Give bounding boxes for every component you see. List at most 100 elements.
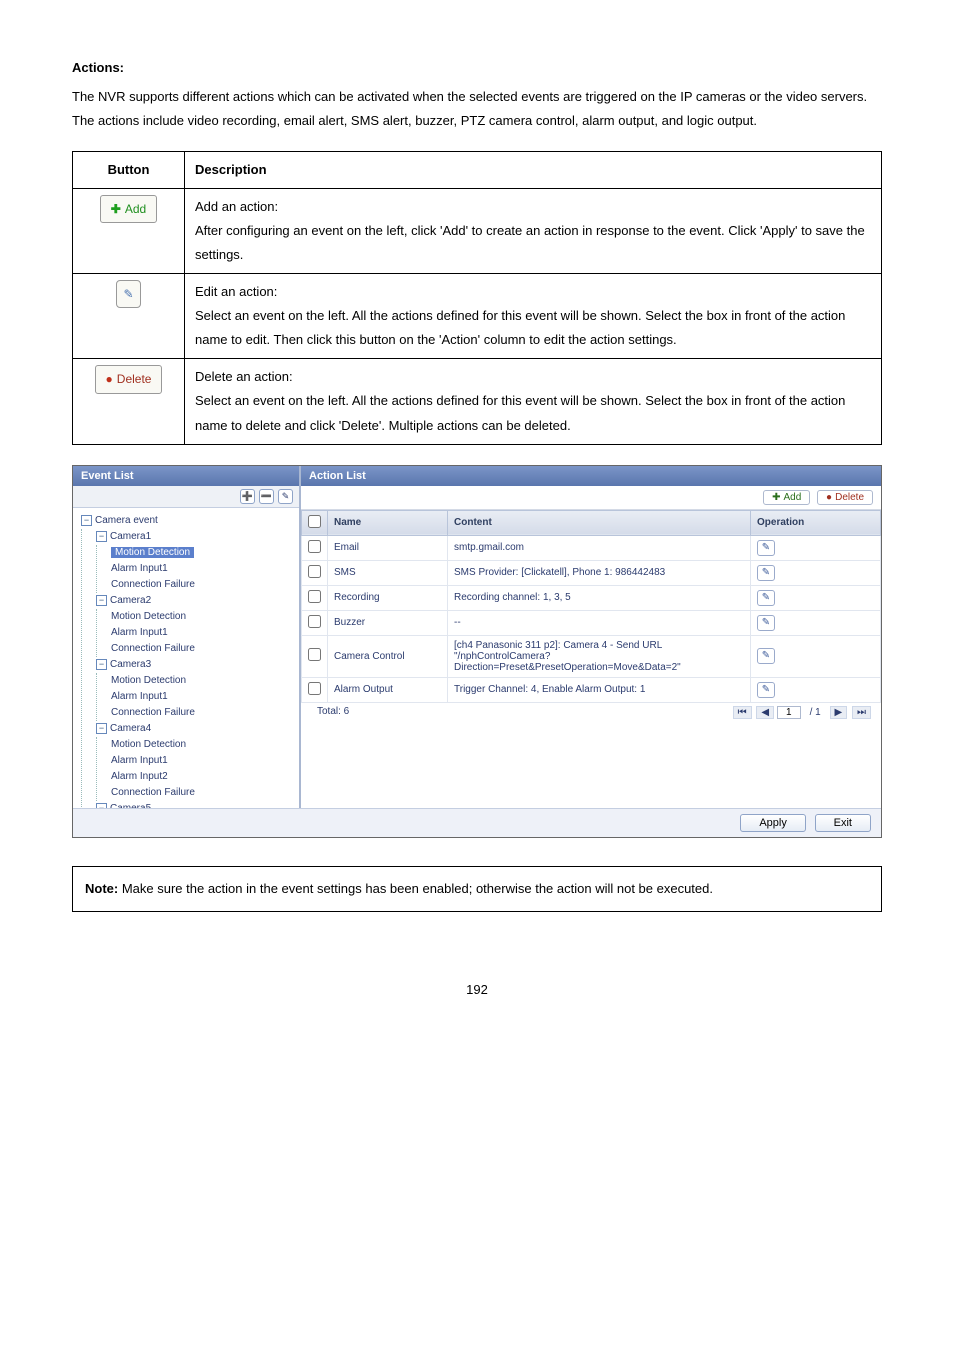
th-button: Button [73, 152, 185, 189]
edit-event-icon[interactable]: ✎ [278, 489, 293, 504]
row-edit-icon[interactable]: ✎ [757, 648, 775, 664]
pager-pages: / 1 [806, 707, 825, 718]
row-checkbox[interactable] [308, 590, 321, 603]
pager-next-icon[interactable]: ▶ [830, 706, 848, 719]
edit-desc-title: Edit an action: [195, 284, 277, 299]
tree-item[interactable]: Connection Failure [109, 641, 293, 657]
pager-page-input[interactable] [777, 706, 801, 719]
row-name: Email [328, 535, 448, 560]
event-list-panel: Event List ➕ ➖ ✎ −Camera event −Camera1 … [73, 466, 301, 808]
tree-item[interactable]: Motion Detection [109, 673, 293, 689]
add-label: Add [783, 492, 801, 503]
minus-icon: ● [106, 368, 113, 390]
action-add-button[interactable]: ✚Add [763, 490, 810, 505]
tree-item[interactable]: Connection Failure [109, 577, 293, 593]
tree-item[interactable]: Connection Failure [109, 705, 293, 721]
table-row: SMSSMS Provider: [Clickatell], Phone 1: … [302, 560, 881, 585]
row-checkbox[interactable] [308, 615, 321, 628]
table-row: Emailsmtp.gmail.com ✎ [302, 535, 881, 560]
pager-last-icon[interactable]: ⏭ [852, 706, 871, 719]
add-desc-title: Add an action: [195, 199, 278, 214]
tree-sel-motion[interactable]: Motion Detection [111, 547, 194, 558]
add-event-icon[interactable]: ➕ [240, 489, 255, 504]
tree-toggle-icon[interactable]: − [96, 659, 107, 670]
edit-desc-body: Select an event on the left. All the act… [195, 308, 845, 347]
delete-desc-body: Select an event on the left. All the act… [195, 393, 845, 432]
edit-button-sample: ✎ [116, 280, 140, 308]
pager-total: Total: 6 [313, 706, 353, 717]
table-row: Camera Control[ch4 Panasonic 311 p2]: Ca… [302, 635, 881, 677]
screenshot-panel: Event List ➕ ➖ ✎ −Camera event −Camera1 … [72, 465, 882, 838]
exit-button[interactable]: Exit [815, 814, 871, 832]
page-number: 192 [72, 982, 882, 997]
tree-item[interactable]: Motion Detection [109, 737, 293, 753]
row-content: smtp.gmail.com [448, 535, 751, 560]
table-row: RecordingRecording channel: 1, 3, 5✎ [302, 585, 881, 610]
action-list-header: Action List [301, 466, 881, 486]
tree-camera4[interactable]: Camera4 [110, 723, 151, 734]
tree-camera1[interactable]: Camera1 [110, 531, 151, 542]
pencil-icon: ✎ [123, 283, 133, 305]
pager-first-icon[interactable]: ⏮ [733, 706, 752, 719]
apply-button[interactable]: Apply [740, 814, 806, 832]
action-grid: Name Content Operation Emailsmtp.gmail.c… [301, 510, 881, 703]
row-checkbox[interactable] [308, 540, 321, 553]
tree-item[interactable]: Alarm Input2 [109, 769, 293, 785]
plus-icon: ✚ [772, 492, 780, 503]
row-name: Camera Control [328, 635, 448, 677]
row-content: SMS Provider: [Clickatell], Phone 1: 986… [448, 560, 751, 585]
minus-icon: ● [826, 492, 832, 503]
th-operation: Operation [751, 510, 881, 535]
row-edit-icon[interactable]: ✎ [757, 682, 775, 698]
select-all-checkbox[interactable] [308, 515, 321, 528]
row-checkbox[interactable] [308, 565, 321, 578]
tree-camera2[interactable]: Camera2 [110, 595, 151, 606]
row-checkbox[interactable] [308, 648, 321, 661]
row-content: Trigger Channel: 4, Enable Alarm Output:… [448, 677, 751, 702]
remove-event-icon[interactable]: ➖ [259, 489, 274, 504]
add-button-label: Add [125, 198, 146, 220]
delete-button-label: Delete [117, 368, 152, 390]
table-row: Alarm OutputTrigger Channel: 4, Enable A… [302, 677, 881, 702]
row-edit-icon[interactable]: ✎ [757, 590, 775, 606]
th-description: Description [185, 152, 882, 189]
tree-toggle-icon[interactable]: − [81, 515, 92, 526]
button-description-table: Button Description ✚ Add Add an action: … [72, 151, 882, 444]
pager-prev-icon[interactable]: ◀ [756, 706, 774, 719]
pager: Total: 6 ⏮ ◀ / 1 ▶ ⏭ [301, 703, 881, 722]
row-checkbox[interactable] [308, 682, 321, 695]
row-content: -- [448, 610, 751, 635]
section-heading: Actions: [72, 60, 882, 75]
tree-toggle-icon[interactable]: − [96, 595, 107, 606]
action-delete-button[interactable]: ●Delete [817, 490, 873, 505]
table-row: Buzzer--✎ [302, 610, 881, 635]
tree-item[interactable]: Alarm Input1 [109, 625, 293, 641]
add-desc-body: After configuring an event on the left, … [195, 223, 865, 262]
delete-desc-title: Delete an action: [195, 369, 293, 384]
row-edit-icon[interactable]: ✎ [757, 565, 775, 581]
tree-toggle-icon[interactable]: − [96, 723, 107, 734]
tree-camera3[interactable]: Camera3 [110, 659, 151, 670]
note-text: Make sure the action in the event settin… [118, 881, 713, 896]
tree-item[interactable]: Alarm Input1 [109, 689, 293, 705]
tree-item[interactable]: Alarm Input1 [109, 561, 293, 577]
row-edit-icon[interactable]: ✎ [757, 540, 775, 556]
tree-toggle-icon[interactable]: − [96, 803, 107, 808]
tree-item[interactable]: Motion Detection [109, 609, 293, 625]
row-content: [ch4 Panasonic 311 p2]: Camera 4 - Send … [448, 635, 751, 677]
note-box: Note: Make sure the action in the event … [72, 866, 882, 912]
tree-toggle-icon[interactable]: − [96, 531, 107, 542]
plus-icon: ✚ [111, 198, 121, 220]
action-list-panel: Action List ✚Add ●Delete Name Content Op… [301, 466, 881, 808]
delete-label: Delete [835, 492, 864, 503]
event-list-toolbar: ➕ ➖ ✎ [73, 486, 299, 508]
th-content: Content [448, 510, 751, 535]
tree-item[interactable]: Alarm Input1 [109, 753, 293, 769]
add-button-sample: ✚ Add [100, 195, 157, 223]
event-list-header: Event List [73, 466, 299, 486]
note-label: Note: [85, 881, 118, 896]
row-edit-icon[interactable]: ✎ [757, 615, 775, 631]
tree-camera5[interactable]: Camera5 [110, 803, 151, 808]
tree-item[interactable]: Connection Failure [109, 785, 293, 801]
th-name: Name [328, 510, 448, 535]
